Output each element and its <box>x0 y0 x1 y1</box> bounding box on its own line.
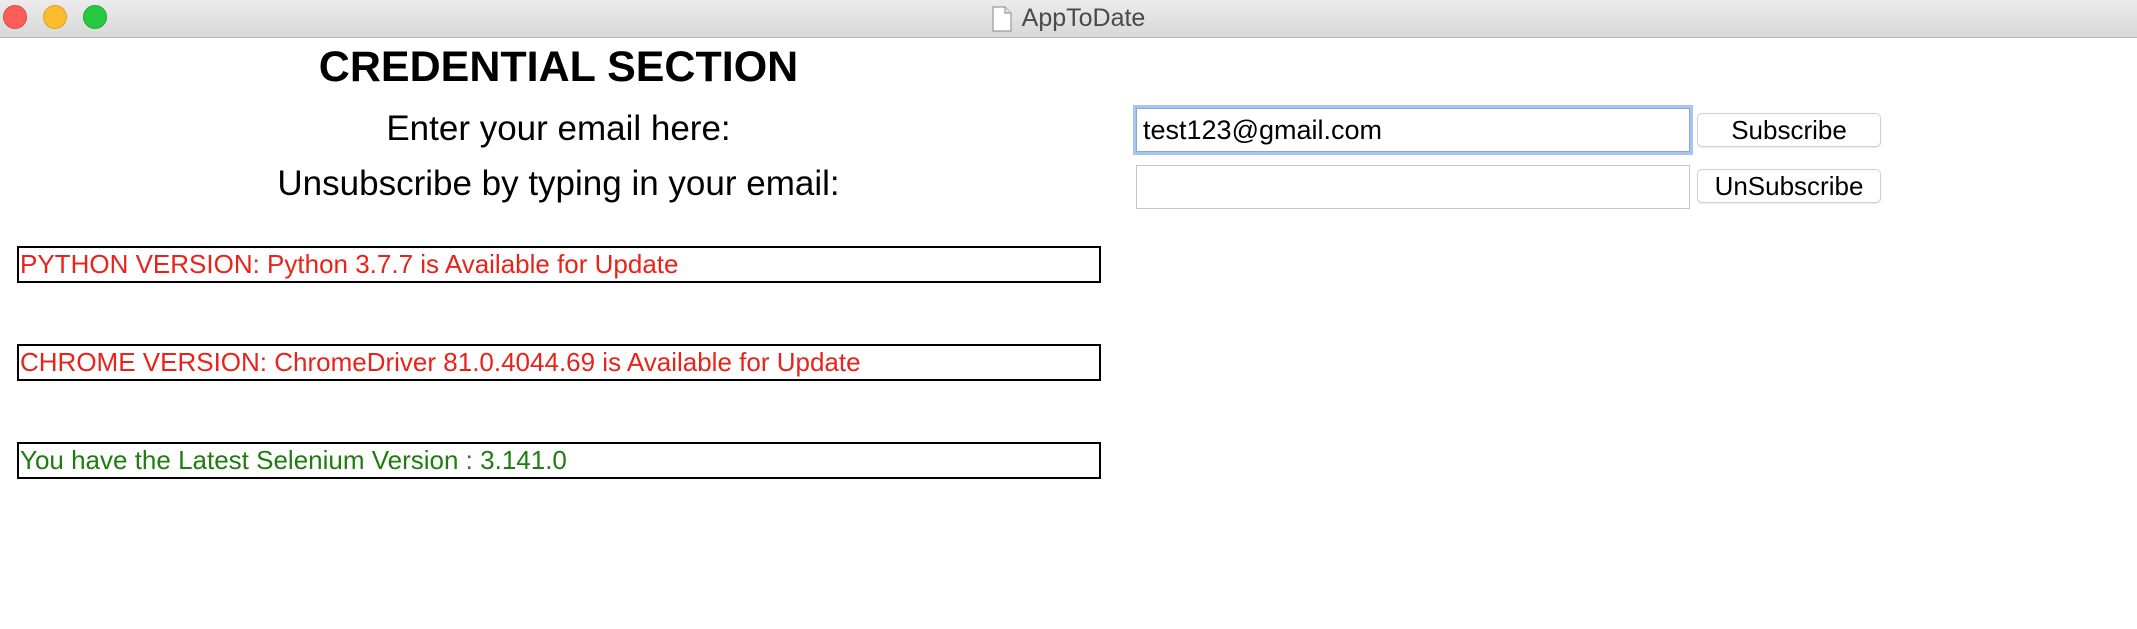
unsubscribe-button[interactable]: UnSubscribe <box>1697 169 1881 203</box>
window-titlebar: AppToDate <box>0 0 2137 38</box>
unsubscribe-email-field[interactable] <box>1136 165 1690 209</box>
chrome-version-status: CHROME VERSION: ChromeDriver 81.0.4044.6… <box>17 344 1101 381</box>
window-title: AppToDate <box>1021 4 1146 32</box>
subscribe-button[interactable]: Subscribe <box>1697 113 1881 147</box>
python-version-status: PYTHON VERSION: Python 3.7.7 is Availabl… <box>17 246 1101 283</box>
email-label: Enter your email here: <box>386 109 731 148</box>
page-title: CREDENTIAL SECTION <box>318 43 799 91</box>
selenium-version-status: You have the Latest Selenium Version : 3… <box>17 442 1101 479</box>
window-title-group: AppToDate <box>0 0 2137 37</box>
document-icon <box>992 5 1012 32</box>
unsubscribe-label: Unsubscribe by typing in your email: <box>277 164 840 203</box>
email-field[interactable] <box>1136 108 1690 152</box>
